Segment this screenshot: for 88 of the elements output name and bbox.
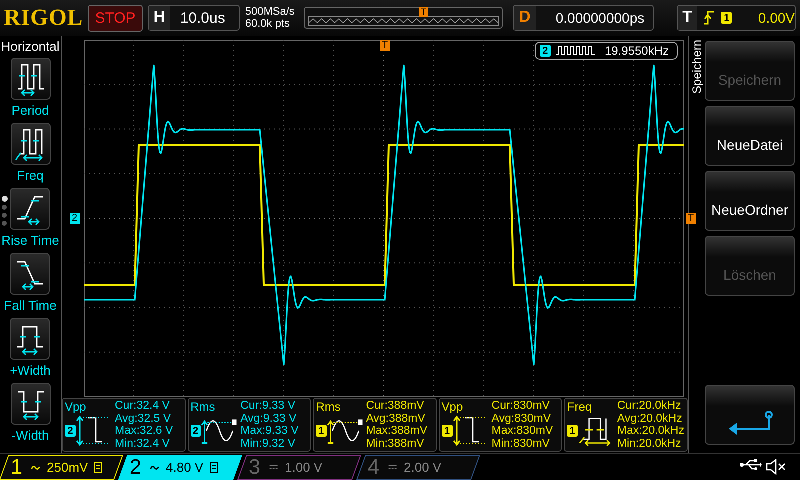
channel-number: 3 — [249, 455, 262, 479]
trigger-level-marker[interactable]: T — [686, 213, 696, 224]
measurement-value: Cur:32.4 V — [115, 400, 171, 412]
channel-badge: 1 — [567, 425, 578, 437]
trigger-source-badge: 1 — [721, 12, 732, 24]
measurement-value: Cur:9.33 V — [240, 400, 297, 412]
measurement-value: Avg:830mV — [492, 412, 552, 425]
measurement-value: Min:32.4 V — [115, 438, 171, 450]
trigger-display[interactable]: T 1 0.00V — [676, 5, 796, 31]
measure-label[interactable]: Fall Time — [4, 298, 57, 313]
measurement-value: Avg:388mV — [366, 412, 426, 425]
measurement-name: Freq — [567, 400, 594, 414]
measurement-value: Cur:830mV — [492, 400, 551, 412]
measurement-name: Vpp — [442, 400, 464, 414]
trigger-level: 0.00V — [757, 10, 795, 26]
measure-button[interactable] — [10, 318, 50, 360]
bandwidth-icon — [210, 462, 218, 472]
trigger-position-marker: T — [418, 7, 428, 17]
memory-depth: 60.0k pts — [245, 18, 292, 30]
page-dot[interactable] — [2, 196, 8, 202]
measure-label[interactable]: Rise Time — [2, 233, 60, 248]
back-button[interactable] — [705, 385, 795, 445]
measurement-value: Max:32.6 V — [115, 425, 174, 438]
timebase-label: H — [148, 6, 170, 30]
channel-badge: 2 — [65, 425, 76, 437]
delay-value: 0.00000000ps — [554, 10, 646, 26]
page-dot[interactable] — [2, 213, 7, 218]
page-dot[interactable] — [2, 205, 7, 210]
mute-icon — [766, 459, 786, 475]
delay-display[interactable]: D 0.00000000ps — [513, 5, 654, 31]
brand-logo: RIGOL — [4, 5, 84, 31]
channel-number: 4 — [368, 455, 381, 479]
softkey-button[interactable]: NeueOrdner — [705, 171, 795, 231]
measurement-value: Max:388mV — [366, 425, 428, 438]
channel-badge: 1 — [316, 425, 327, 437]
channel-scale: 250mV — [47, 460, 88, 474]
measure-label[interactable]: -Width — [12, 428, 50, 443]
menu-title: Speichern — [689, 39, 705, 96]
measurement-value: Avg:32.5 V — [115, 412, 172, 425]
trigger-label: T — [678, 6, 698, 30]
measurement-name: Rms — [190, 400, 216, 414]
sample-rate: 500MSa/s — [245, 6, 295, 18]
measure-button[interactable] — [10, 188, 50, 230]
channel-badge: 1 — [442, 425, 453, 437]
measurement-value: Min:9.32 V — [240, 438, 297, 450]
measurement-value: Avg:20.0kHz — [617, 412, 684, 425]
trigger-position-marker[interactable]: T — [380, 40, 390, 51]
measurement-value: Min:20.0kHz — [617, 438, 682, 450]
measurement-value: Max:20.0kHz — [617, 425, 684, 438]
measure-label[interactable]: Period — [12, 103, 50, 118]
channel-tab[interactable]: 3 1.00 V — [237, 454, 362, 480]
measurement-name: Rms — [316, 400, 342, 414]
measurement-value: Avg:9.33 V — [240, 412, 298, 425]
measurement-value: Min:830mV — [492, 438, 551, 450]
measure-button[interactable] — [10, 253, 50, 295]
bandwidth-icon — [94, 462, 102, 472]
measure-label[interactable]: Freq — [17, 168, 44, 183]
channel-scale: 1.00 V — [285, 460, 323, 474]
timebase-display[interactable]: H 10.0us — [148, 5, 240, 31]
rising-edge-icon — [703, 11, 716, 25]
run-stop-button[interactable]: STOP — [88, 4, 143, 32]
measure-button[interactable] — [10, 58, 50, 100]
channel-scale: 2.00 V — [404, 460, 442, 474]
measurement-value: Max:830mV — [492, 425, 554, 438]
measurement-value: Min:388mV — [366, 438, 426, 450]
measurement-value: Max:9.33 V — [240, 425, 299, 438]
channel-offset-marker[interactable]: 2 — [70, 213, 80, 224]
channel-number: 2 — [130, 455, 143, 479]
menu-title: Horizontal — [1, 38, 60, 56]
channel-number: 1 — [11, 455, 24, 479]
measure-label[interactable]: +Width — [10, 363, 51, 378]
channel-tab[interactable]: 1 250mV — [0, 454, 124, 480]
channel-tab[interactable]: 2 4.80 V — [118, 454, 243, 480]
usb-icon — [740, 459, 762, 471]
timebase-value: 10.0us — [179, 10, 226, 26]
page-dot[interactable] — [2, 221, 7, 226]
counter-value: 19.9550kHz — [604, 44, 669, 58]
measurement-value: Cur:20.0kHz — [617, 400, 682, 412]
channel-badge: 2 — [190, 425, 201, 437]
measurement-name: Vpp — [65, 400, 88, 414]
softkey-button[interactable]: NeueDatei — [705, 106, 795, 166]
measure-button[interactable] — [10, 123, 50, 165]
measure-button[interactable] — [10, 383, 50, 425]
delay-label: D — [514, 6, 536, 30]
channel-tab[interactable]: 4 2.00 V — [356, 454, 481, 480]
measurement-value: Cur:388mV — [366, 400, 426, 412]
channel-scale: 4.80 V — [166, 460, 204, 474]
channel-badge: 2 — [540, 45, 551, 57]
